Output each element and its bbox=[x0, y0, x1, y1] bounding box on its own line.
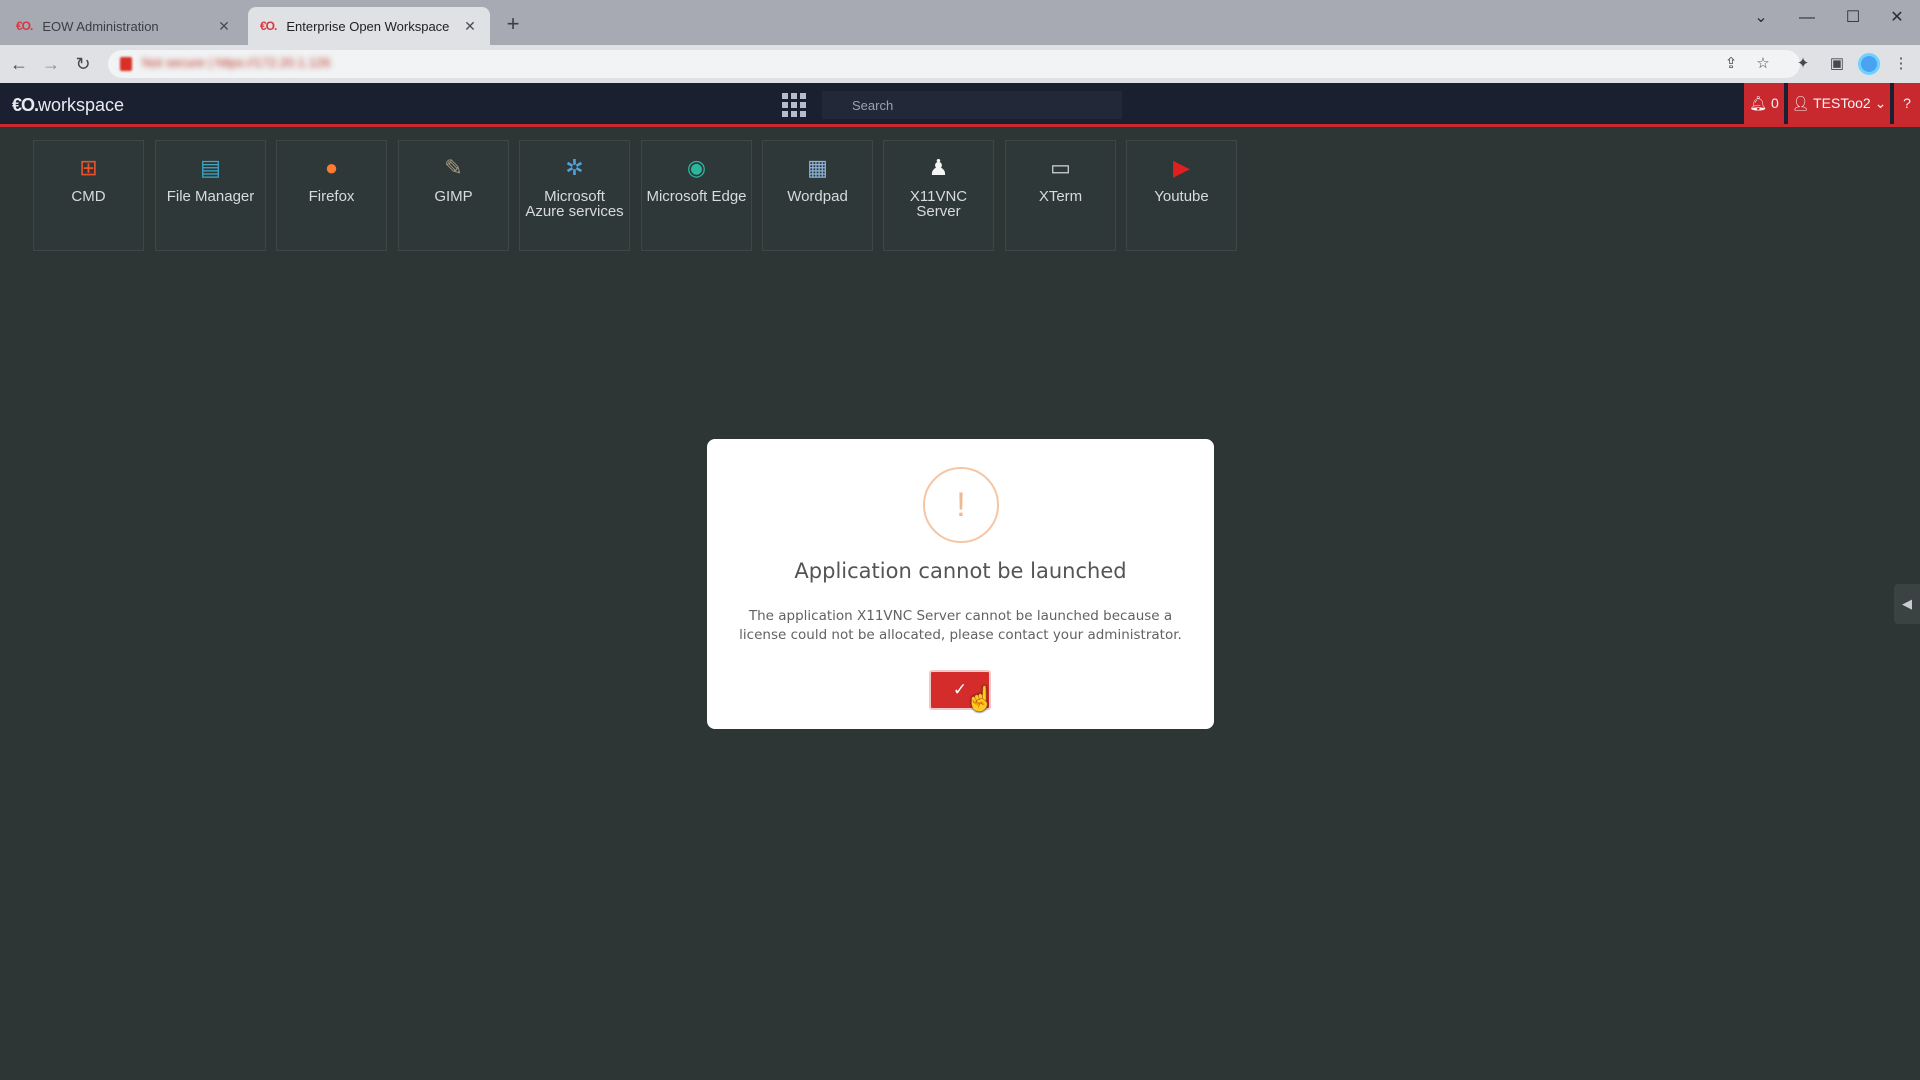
bell-icon: 🔔︎ bbox=[1749, 95, 1768, 111]
bookmark-star-icon[interactable]: ☆ bbox=[1750, 51, 1776, 77]
app-tile-microsoft-azure-services[interactable]: ✲ Microsoft Azure services bbox=[519, 140, 630, 251]
license-error-dialog: ! Application cannot be launched The app… bbox=[707, 439, 1214, 729]
app-tile-label: XTerm bbox=[1038, 188, 1083, 205]
forward-arrow-icon[interactable]: → bbox=[38, 51, 64, 77]
profile-avatar[interactable] bbox=[1858, 53, 1880, 75]
user-icon: 👤︎ bbox=[1791, 95, 1810, 111]
app-tile-microsoft-edge[interactable]: ◉ Microsoft Edge bbox=[641, 140, 752, 251]
azure-icon: ✲ bbox=[565, 155, 584, 180]
notifications-button[interactable]: 🔔︎ 0 bbox=[1744, 83, 1784, 124]
firefox-icon: ● bbox=[324, 155, 339, 180]
side-panel-toggle[interactable]: ◀ bbox=[1894, 584, 1920, 624]
back-arrow-icon[interactable]: ← bbox=[6, 51, 32, 77]
file-manager-icon: ▤ bbox=[200, 155, 221, 180]
browser-menu-icon[interactable]: ⋮ bbox=[1888, 51, 1914, 77]
app-tile-label: Firefox bbox=[308, 188, 355, 205]
maximize-button[interactable]: ☐ bbox=[1830, 4, 1876, 32]
gimp-icon: ✎ bbox=[444, 155, 463, 180]
workspace-logo[interactable]: €O.workspace bbox=[12, 95, 124, 116]
tab-label: EOW Administration bbox=[42, 18, 159, 34]
app-tile-label: CMD bbox=[71, 188, 106, 205]
browser-tab-strip: €O. EOW Administration ✕ €O. Enterprise … bbox=[0, 0, 1920, 45]
terminal-icon: ▭ bbox=[1050, 155, 1071, 180]
app-tile-xterm[interactable]: ▭ XTerm bbox=[1005, 140, 1116, 251]
search-input[interactable] bbox=[852, 91, 1120, 119]
eo-favicon-icon: €O. bbox=[16, 19, 33, 33]
tab-label: Enterprise Open Workspace bbox=[286, 18, 450, 34]
browser-toolbar: ← → ↻ Not secure | https://172.20.1.126 … bbox=[0, 45, 1920, 83]
not-secure-icon bbox=[120, 57, 132, 71]
linux-penguin-icon: ♟ bbox=[928, 155, 949, 180]
eo-favicon-icon: €O. bbox=[260, 19, 277, 33]
app-grid-icon[interactable] bbox=[782, 93, 806, 117]
app-tile-label: Wordpad bbox=[787, 188, 848, 205]
reload-icon[interactable]: ↻ bbox=[70, 51, 96, 77]
address-bar[interactable]: Not secure | https://172.20.1.126 bbox=[108, 50, 1800, 78]
app-tile-wordpad[interactable]: ▦ Wordpad bbox=[762, 140, 873, 251]
app-tile-file-manager[interactable]: ▤ File Manager bbox=[155, 140, 266, 251]
close-window-button[interactable]: ✕ bbox=[1874, 4, 1920, 32]
app-tile-label: Microsoft Edge bbox=[646, 188, 747, 205]
username: TESToo2 bbox=[1813, 95, 1871, 111]
notification-count: 0 bbox=[1770, 95, 1779, 111]
dialog-message: The application X11VNC Server cannot be … bbox=[739, 608, 1182, 643]
app-tile-label: Youtube bbox=[1154, 188, 1209, 205]
tab-enterprise-open-workspace[interactable]: €O. Enterprise Open Workspace ✕ bbox=[248, 7, 490, 45]
tab-close-icon[interactable]: ✕ bbox=[216, 18, 232, 35]
app-tile-gimp[interactable]: ✎ GIMP bbox=[398, 140, 509, 251]
youtube-icon: ▶ bbox=[1173, 155, 1190, 180]
brand-mark: €O. bbox=[12, 95, 39, 115]
tab-eow-administration[interactable]: €O. EOW Administration ✕ bbox=[4, 7, 244, 45]
minimize-button[interactable]: — bbox=[1784, 4, 1830, 32]
app-tile-firefox[interactable]: ● Firefox bbox=[276, 140, 387, 251]
user-menu[interactable]: 👤︎ TESToo2 ⌄ bbox=[1788, 83, 1890, 124]
side-panel-icon[interactable]: ▣ bbox=[1824, 51, 1850, 77]
extensions-puzzle-icon[interactable]: ✦ bbox=[1790, 51, 1816, 77]
app-tile-label: Microsoft Azure services bbox=[525, 188, 624, 220]
new-tab-button[interactable]: + bbox=[500, 11, 526, 37]
app-tile-cmd[interactable]: ⊞ CMD bbox=[33, 140, 144, 251]
tab-close-icon[interactable]: ✕ bbox=[462, 18, 478, 35]
windows-icon: ⊞ bbox=[79, 155, 98, 180]
app-tile-x11vnc-server[interactable]: ♟ X11VNC Server bbox=[883, 140, 994, 251]
wordpad-icon: ▦ bbox=[807, 155, 828, 180]
tab-search-dropdown-icon[interactable]: ⌄ bbox=[1738, 4, 1784, 32]
search-field[interactable] bbox=[822, 91, 1122, 119]
help-button[interactable]: ? bbox=[1894, 83, 1920, 124]
app-header: €O.workspace 🔔︎ 0 👤︎ TESToo2 ⌄ ? bbox=[0, 83, 1920, 127]
brand-text: workspace bbox=[38, 95, 125, 115]
chevron-down-icon: ⌄ bbox=[1874, 95, 1887, 111]
share-icon[interactable]: ⇪ bbox=[1718, 51, 1744, 77]
address-url: Not secure | https://172.20.1.126 bbox=[142, 55, 331, 70]
app-tile-label: GIMP bbox=[434, 188, 473, 205]
app-tile-youtube[interactable]: ▶ Youtube bbox=[1126, 140, 1237, 251]
hand-cursor-icon: ☝ bbox=[965, 686, 995, 713]
app-tile-label: File Manager bbox=[166, 188, 255, 205]
edge-icon: ◉ bbox=[686, 155, 707, 180]
app-tile-label: X11VNC Server bbox=[909, 188, 968, 220]
warning-icon: ! bbox=[923, 467, 999, 543]
dialog-title: Application cannot be launched bbox=[794, 559, 1127, 583]
chevron-left-icon: ◀ bbox=[1902, 596, 1912, 611]
help-icon: ? bbox=[1903, 95, 1911, 111]
